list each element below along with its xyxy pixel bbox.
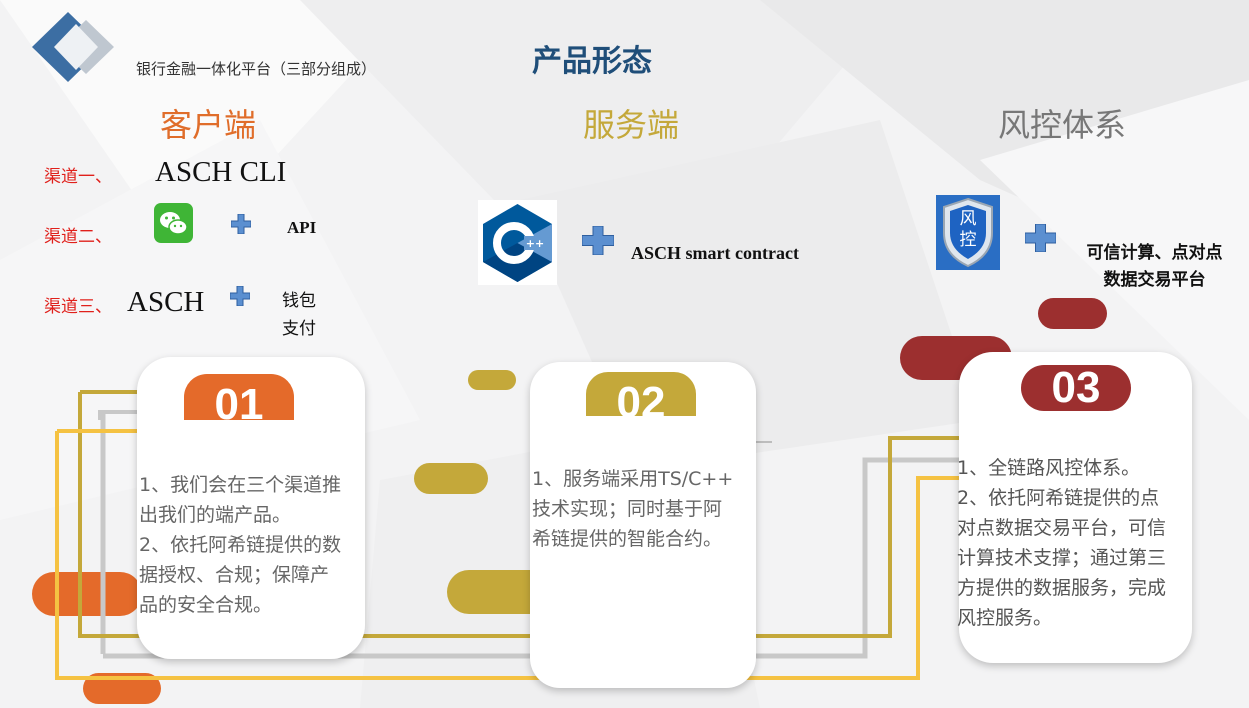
card-server: 02 1、服务端采用TS/C++ 技术实现；同时基于阿 希链提供的智能合约。 [530,362,756,688]
card-client: 01 1、我们会在三个渠道推 出我们的端产品。 2、依托阿希链提供的数 据授权、… [137,357,365,659]
card-text: 1、服务端采用TS/C++ 技术实现；同时基于阿 希链提供的智能合约。 [532,468,734,550]
card-risk: 03 1、全链路风控体系。 2、依托阿希链提供的点 对点数据交易平台，可信 计算… [957,352,1192,663]
card-number-badge: 03 [1021,365,1131,411]
card-text: 1、全链路风控体系。 2、依托阿希链提供的点 对点数据交易平台，可信 计算技术支… [957,457,1167,629]
card-text: 1、我们会在三个渠道推 出我们的端产品。 2、依托阿希链提供的数 据授权、合规；… [139,474,342,616]
card-number-badge: 02 [586,372,696,416]
card-number-badge: 01 [184,374,294,420]
